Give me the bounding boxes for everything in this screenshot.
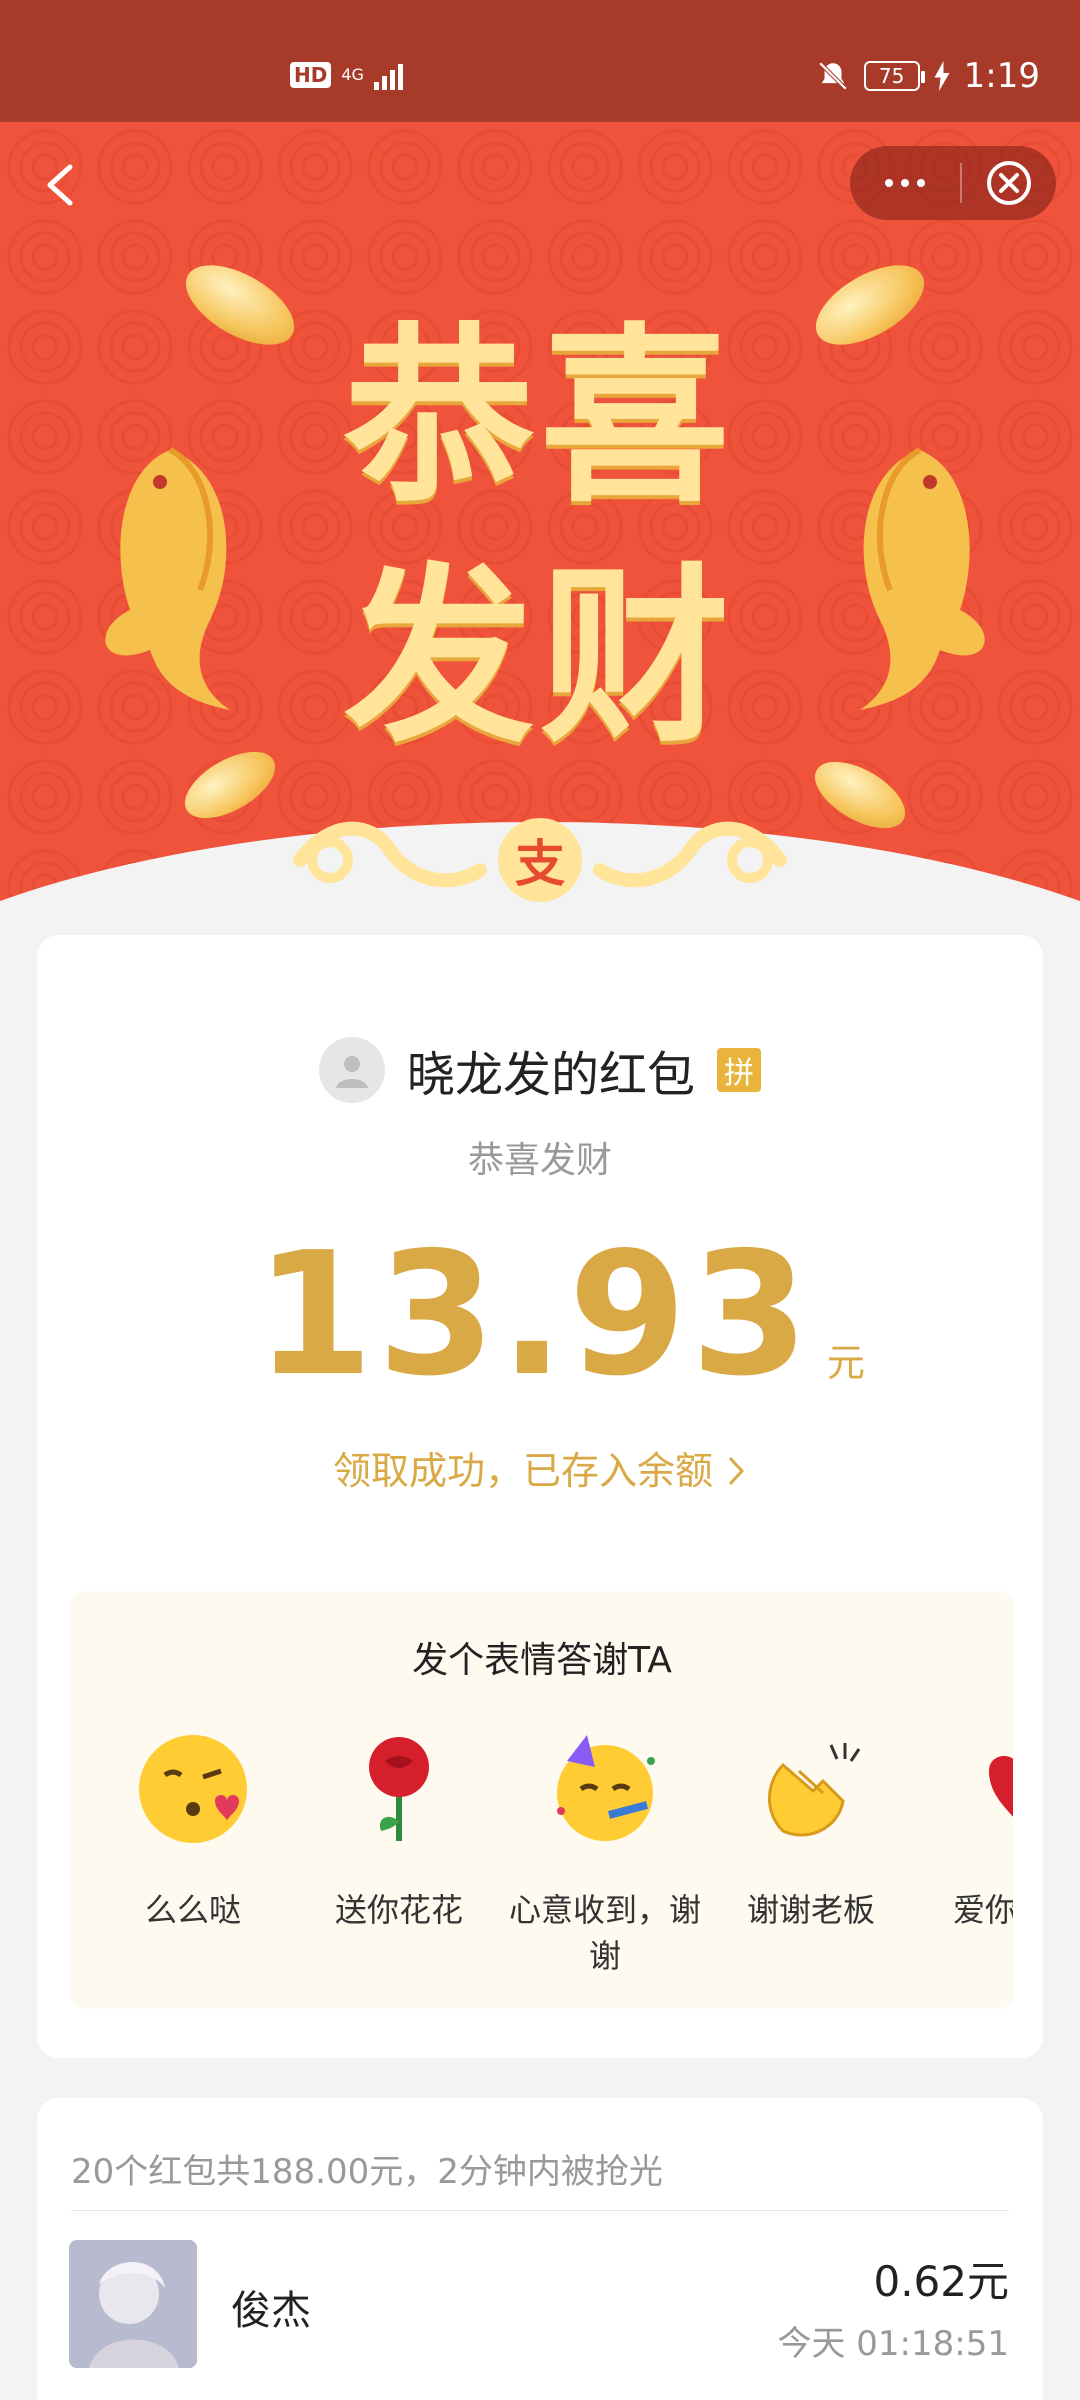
thank-emoji-panel: 发个表情答谢TA 么么哒 送你花花 心意收到，谢谢 谢谢老板 爱你	[71, 1591, 1013, 2009]
close-circle-icon	[987, 161, 1031, 205]
more-options-button[interactable]	[850, 146, 960, 220]
emoji-label: 么么哒	[144, 1891, 241, 1929]
amount-row: 13.93 元	[37, 1216, 1043, 1414]
bell-muted-icon	[818, 61, 847, 91]
red-hearts-icon	[959, 1731, 1013, 1847]
emoji-label: 心意收到，谢谢	[508, 1891, 701, 1975]
battery-icon: 75	[863, 61, 925, 91]
kissing-face-icon	[135, 1731, 251, 1847]
sender-avatar[interactable]	[318, 1037, 385, 1103]
alipay-emblem-icon: 支	[498, 818, 582, 902]
emoji-item-clap[interactable]: 谢谢老板	[706, 1731, 916, 1933]
scroll-ornament-right	[593, 821, 787, 888]
hd-badge: HD	[290, 62, 332, 88]
clock: 1:19	[963, 56, 1040, 96]
recipient-time: 今天 01:18:51	[777, 2324, 1009, 2364]
chevron-right-icon	[728, 1456, 745, 1486]
avatar[interactable]	[69, 2240, 197, 2368]
balance-link[interactable]: 领取成功，已存入余额	[37, 1440, 1043, 1495]
recipient-name: 俊杰	[231, 2288, 311, 2334]
rose-icon	[341, 1731, 457, 1847]
received-amount: 13.93	[255, 1216, 813, 1414]
mini-program-capsule	[850, 146, 1056, 220]
status-bar: HD 4G 75 1:19	[0, 0, 1080, 122]
scroll-ornament-left	[293, 821, 487, 888]
charging-icon	[934, 61, 950, 91]
network-indicators: HD 4G	[290, 60, 403, 90]
recipient-amount: 0.62元	[873, 2257, 1009, 2306]
network-type: 4G	[341, 65, 364, 84]
sender-title: 晓龙发的红包	[406, 1047, 695, 1103]
blessing-text: 恭喜发财	[467, 1140, 612, 1181]
hero-title-line1: 恭喜	[343, 307, 736, 528]
emoji-label: 送你花花	[334, 1891, 463, 1929]
sender-row: 晓龙发的红包 拼	[37, 1035, 1043, 1105]
party-face-icon	[547, 1731, 663, 1847]
emoji-item-hearts[interactable]: 爱你么么	[912, 1731, 1013, 1933]
amount-unit: 元	[826, 1341, 865, 1385]
battery-level: 75	[878, 64, 905, 88]
koi-fish-left-icon	[105, 447, 230, 710]
envelope-summary: 20个红包共188.00元，2分钟内被抢光	[71, 2152, 663, 2192]
signal-icon	[373, 60, 403, 90]
group-envelope-badge: 拼	[717, 1048, 761, 1092]
emoji-item-rose[interactable]: 送你花花	[294, 1731, 504, 1933]
clapping-hands-icon	[753, 1731, 869, 1847]
emoji-label: 爱你么么	[952, 1891, 1013, 1929]
hero-title: 恭喜 发财	[280, 298, 800, 778]
emoji-panel-title: 发个表情答谢TA	[412, 1640, 672, 1681]
envelope-detail-card: 晓龙发的红包 拼 恭喜发财 13.93 元 领取成功，已存入余额 发个表情答谢T…	[37, 935, 1043, 2058]
status-right: 75 1:19	[816, 56, 1040, 96]
emoji-item-party[interactable]: 心意收到，谢谢	[500, 1731, 710, 1979]
close-mini-program-button[interactable]	[962, 159, 1056, 207]
balance-link-text: 领取成功，已存入余额	[332, 1449, 713, 1493]
koi-fish-right-icon	[860, 447, 985, 710]
person-icon	[335, 1056, 368, 1088]
emoji-item-kiss[interactable]: 么么哒	[88, 1731, 298, 1933]
emoji-label: 谢谢老板	[746, 1891, 875, 1929]
back-arrow-icon[interactable]	[36, 155, 86, 215]
hero-title-line2: 发财	[343, 547, 736, 768]
user-avatar-image	[69, 2240, 197, 2368]
grab-record-card: 20个红包共188.00元，2分钟内被抢光 俊杰 0.62元 今天 01:18:…	[37, 2098, 1043, 2400]
